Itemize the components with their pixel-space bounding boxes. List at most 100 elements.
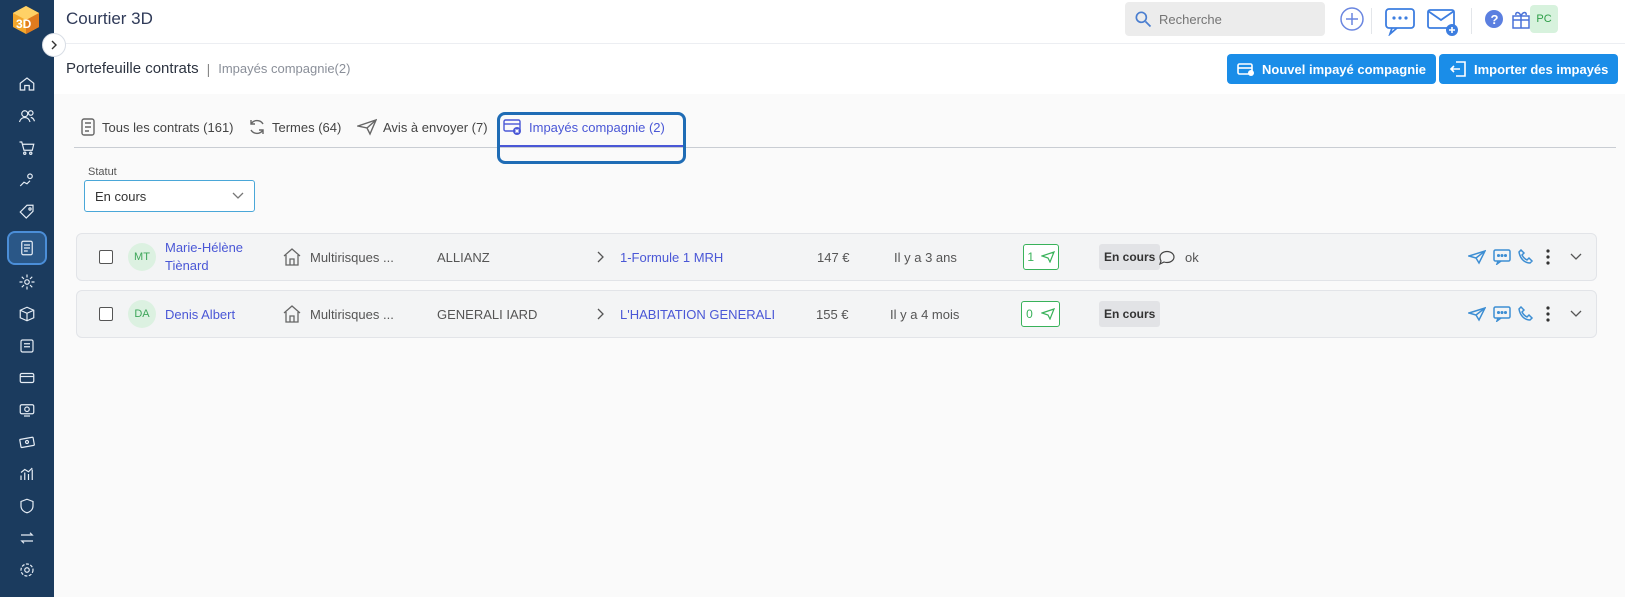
call-button[interactable]	[1518, 291, 1534, 337]
top-bar: Courtier 3D ? PC	[54, 0, 1625, 44]
sidebar-item-commissions[interactable]	[9, 427, 45, 457]
sidebar-item-tags[interactable]	[9, 197, 45, 227]
comment-icon	[1159, 250, 1175, 265]
tab-all-contracts[interactable]: Tous les contrats (161)	[80, 118, 234, 136]
sidebar-item-home[interactable]	[9, 69, 45, 99]
svg-text:?: ?	[1491, 12, 1499, 27]
status-filter-select[interactable]: En cours	[84, 180, 255, 212]
expand-row-button[interactable]	[1570, 291, 1582, 337]
app-logo[interactable]: 3D	[10, 4, 42, 36]
send-icon	[1468, 249, 1486, 265]
send-icon	[1468, 306, 1486, 322]
new-mail-button[interactable]	[1426, 6, 1460, 38]
import-unpaid-button[interactable]: Importer des impayés	[1439, 54, 1619, 84]
company-label: GENERALI IARD	[437, 306, 538, 322]
sidebar-item-transfers[interactable]	[9, 523, 45, 553]
message-button[interactable]	[1493, 234, 1511, 280]
sidebar-item-settings-gear[interactable]	[9, 267, 45, 297]
sidebar-item-documents[interactable]	[9, 331, 45, 361]
tag-icon	[19, 204, 34, 219]
sidebar-item-sales[interactable]	[9, 133, 45, 163]
reminder-count-badge[interactable]: 1	[1023, 244, 1059, 270]
sidebar-item-claims[interactable]	[9, 165, 45, 195]
comment-button[interactable]	[1158, 234, 1176, 280]
breadcrumb-main[interactable]: Portefeuille contrats	[66, 60, 199, 77]
client-avatar: DA	[128, 300, 156, 328]
amount-label: 147 €	[817, 249, 850, 265]
formula-link[interactable]: 1-Formule 1 MRH	[620, 234, 723, 280]
sidebar-item-contracts[interactable]	[7, 231, 47, 265]
call-button[interactable]	[1518, 234, 1534, 280]
gift-button[interactable]	[1510, 8, 1532, 30]
client-name-link[interactable]: Marie-Hélène Tiènard	[165, 234, 265, 280]
breadcrumb-separator: |	[206, 60, 211, 77]
row-select[interactable]	[99, 291, 113, 337]
company-label: ALLIANZ	[437, 249, 490, 265]
search-icon	[1135, 11, 1152, 28]
chevron-right-icon	[51, 40, 57, 50]
row-select[interactable]	[99, 234, 113, 280]
chevron-down-icon	[232, 192, 244, 199]
send-notice-button[interactable]	[1468, 291, 1486, 337]
reminder-count-badge[interactable]: 0	[1021, 301, 1060, 327]
expand-formula-button[interactable]	[597, 234, 605, 280]
chevron-right-icon	[597, 251, 604, 263]
reminder-count-cell[interactable]: 1	[1023, 234, 1059, 280]
help-button[interactable]: ?	[1484, 9, 1504, 29]
sidebar-item-payments[interactable]	[9, 363, 45, 393]
status-badge: En cours	[1099, 301, 1161, 327]
sidebar-item-clients[interactable]	[9, 101, 45, 131]
settings-icon	[20, 563, 34, 577]
phone-icon	[1518, 249, 1534, 264]
phone-icon	[1518, 306, 1534, 321]
product-label: Multirisques ...	[310, 249, 394, 265]
house-icon	[283, 305, 301, 323]
sidebar-toggle-button[interactable]	[42, 33, 66, 57]
chat-button[interactable]	[1384, 6, 1416, 36]
sidebar-item-settings[interactable]	[9, 555, 45, 585]
client-name-link[interactable]: Denis Albert	[165, 291, 235, 337]
more-options-button[interactable]	[1546, 234, 1550, 280]
divider	[1371, 8, 1372, 34]
tab-notices-to-send[interactable]: Avis à envoyer (7)	[357, 118, 488, 136]
more-options-button[interactable]	[1546, 291, 1550, 337]
divider	[1471, 8, 1472, 34]
table-row[interactable]: DA Denis Albert Multirisques ... GENERAL…	[76, 290, 1597, 338]
new-unpaid-button[interactable]: Nouvel impayé compagnie	[1227, 54, 1436, 84]
row-checkbox[interactable]	[99, 307, 113, 321]
message-button[interactable]	[1493, 291, 1511, 337]
sidebar-item-statistics[interactable]	[9, 459, 45, 489]
gift-icon	[1512, 11, 1530, 29]
expand-formula-button[interactable]	[597, 291, 605, 337]
user-avatar[interactable]: PC	[1530, 5, 1558, 33]
send-notice-button[interactable]	[1468, 234, 1486, 280]
add-button[interactable]	[1339, 6, 1365, 32]
sidebar-item-security[interactable]	[9, 491, 45, 521]
chart-icon	[20, 467, 33, 480]
row-checkbox[interactable]	[99, 250, 113, 264]
table-row[interactable]: MT Marie-Hélène Tiènard Multirisques ...…	[76, 233, 1597, 281]
search-box[interactable]	[1125, 2, 1325, 36]
expand-row-button[interactable]	[1570, 234, 1582, 280]
chevron-down-icon	[1570, 253, 1582, 260]
reminder-count-cell[interactable]: 0	[1021, 291, 1060, 337]
client-avatar: MT	[128, 243, 156, 271]
svg-text:3D: 3D	[16, 17, 32, 31]
send-icon	[1040, 251, 1055, 263]
sidebar-item-finance[interactable]	[9, 395, 45, 425]
search-input[interactable]	[1159, 11, 1309, 27]
message-icon	[1493, 249, 1511, 265]
shield-icon	[20, 498, 34, 514]
chevron-down-icon	[1570, 310, 1582, 317]
cog-icon	[19, 274, 35, 290]
age-label: Il y a 4 mois	[890, 306, 960, 322]
tab-terms[interactable]: Termes (64)	[248, 118, 341, 136]
page-header: Portefeuille contrats | Impayés compagni…	[54, 44, 1625, 94]
document-box-icon	[20, 339, 34, 353]
sidebar-item-products[interactable]	[9, 299, 45, 329]
formula-link[interactable]: L'HABITATION GENERALI	[620, 291, 775, 337]
cart-icon	[19, 141, 35, 155]
reminder-count: 0	[1026, 307, 1033, 321]
reminder-count: 1	[1027, 250, 1035, 264]
plus-circle-icon	[1340, 7, 1364, 31]
